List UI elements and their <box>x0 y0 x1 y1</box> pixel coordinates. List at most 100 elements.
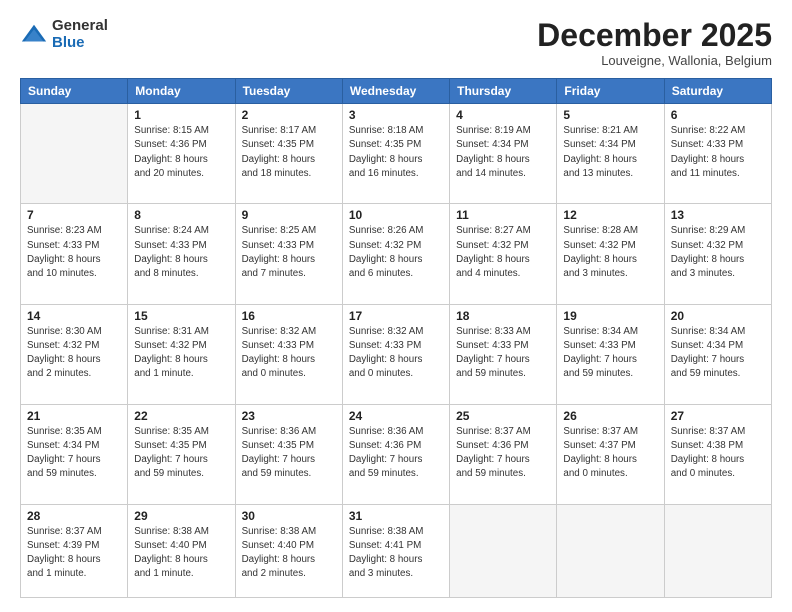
day-number: 23 <box>242 409 336 423</box>
table-row: 2Sunrise: 8:17 AMSunset: 4:35 PMDaylight… <box>235 104 342 204</box>
cell-line: Daylight: 7 hours <box>349 453 443 467</box>
table-row: 10Sunrise: 8:26 AMSunset: 4:32 PMDayligh… <box>342 204 449 304</box>
cell-line: Sunset: 4:32 PM <box>563 239 657 253</box>
cell-line: Sunrise: 8:17 AM <box>242 124 336 138</box>
cell-line: Sunset: 4:33 PM <box>242 239 336 253</box>
cell-line: and 18 minutes. <box>242 167 336 181</box>
cell-line: and 0 minutes. <box>242 367 336 381</box>
cell-line: Sunset: 4:36 PM <box>134 138 228 152</box>
calendar-header-row: Sunday Monday Tuesday Wednesday Thursday… <box>21 79 772 104</box>
cell-line: Sunset: 4:33 PM <box>27 239 121 253</box>
cell-line: and 4 minutes. <box>456 267 550 281</box>
cell-line: Sunrise: 8:32 AM <box>349 325 443 339</box>
cell-line: Daylight: 8 hours <box>349 553 443 567</box>
cell-line: Daylight: 8 hours <box>671 253 765 267</box>
table-row: 31 Sunrise: 8:38 AMSunset: 4:41 PMDayligh… <box>342 504 449 597</box>
cell-line: Daylight: 8 hours <box>563 153 657 167</box>
cell-line: Sunrise: 8:38 AM <box>349 525 443 539</box>
cell-line: Sunset: 4:32 PM <box>456 239 550 253</box>
cell-line: Sunrise: 8:37 AM <box>671 425 765 439</box>
day-number: 28 <box>27 509 121 523</box>
cell-line: Daylight: 8 hours <box>456 153 550 167</box>
day-number: 16 <box>242 309 336 323</box>
table-row: 4Sunrise: 8:19 AMSunset: 4:34 PMDaylight… <box>450 104 557 204</box>
day-number: 24 <box>349 409 443 423</box>
table-row: 17Sunrise: 8:32 AMSunset: 4:33 PMDayligh… <box>342 304 449 404</box>
cell-line: and 1 minute. <box>134 567 228 581</box>
table-row: 13Sunrise: 8:29 AMSunset: 4:32 PMDayligh… <box>664 204 771 304</box>
table-row: 24Sunrise: 8:36 AMSunset: 4:36 PMDayligh… <box>342 404 449 504</box>
cell-line: Sunset: 4:33 PM <box>456 339 550 353</box>
cell-line: Sunrise: 8:38 AM <box>134 525 228 539</box>
day-number: 21 <box>27 409 121 423</box>
cell-line: Daylight: 7 hours <box>242 453 336 467</box>
cell-line: Daylight: 8 hours <box>242 353 336 367</box>
cell-line: Daylight: 8 hours <box>134 253 228 267</box>
cell-line: Sunrise: 8:30 AM <box>27 325 121 339</box>
cell-line: and 0 minutes. <box>671 467 765 481</box>
cell-line: Daylight: 8 hours <box>349 153 443 167</box>
cell-line: Sunrise: 8:36 AM <box>242 425 336 439</box>
day-number: 8 <box>134 208 228 222</box>
cell-line: Daylight: 8 hours <box>134 353 228 367</box>
cell-line: Sunrise: 8:35 AM <box>27 425 121 439</box>
header: General Blue December 2025 Louveigne, Wa… <box>20 18 772 68</box>
table-row <box>21 104 128 204</box>
cell-line: Daylight: 7 hours <box>671 353 765 367</box>
table-row: 3Sunrise: 8:18 AMSunset: 4:35 PMDaylight… <box>342 104 449 204</box>
day-number: 30 <box>242 509 336 523</box>
cell-line: and 0 minutes. <box>563 467 657 481</box>
cell-line: Sunset: 4:36 PM <box>349 439 443 453</box>
location: Louveigne, Wallonia, Belgium <box>537 53 772 68</box>
table-row <box>450 504 557 597</box>
cell-line: Sunrise: 8:15 AM <box>134 124 228 138</box>
cell-line: Sunrise: 8:23 AM <box>27 224 121 238</box>
cell-line: Sunset: 4:34 PM <box>27 439 121 453</box>
cell-line: Daylight: 8 hours <box>671 153 765 167</box>
day-number: 11 <box>456 208 550 222</box>
cell-line: Sunrise: 8:24 AM <box>134 224 228 238</box>
day-number: 12 <box>563 208 657 222</box>
cell-line: Sunset: 4:33 PM <box>134 239 228 253</box>
cell-line: Sunrise: 8:28 AM <box>563 224 657 238</box>
cell-line: Sunset: 4:41 PM <box>349 539 443 553</box>
title-block: December 2025 Louveigne, Wallonia, Belgi… <box>537 18 772 68</box>
cell-line: and 20 minutes. <box>134 167 228 181</box>
table-row: 16Sunrise: 8:32 AMSunset: 4:33 PMDayligh… <box>235 304 342 404</box>
cell-line: Sunrise: 8:37 AM <box>456 425 550 439</box>
cell-line: Daylight: 8 hours <box>563 253 657 267</box>
table-row: 5Sunrise: 8:21 AMSunset: 4:34 PMDaylight… <box>557 104 664 204</box>
cell-line: Sunset: 4:38 PM <box>671 439 765 453</box>
cell-line: Sunrise: 8:32 AM <box>242 325 336 339</box>
table-row: 20Sunrise: 8:34 AMSunset: 4:34 PMDayligh… <box>664 304 771 404</box>
cell-line: and 59 minutes. <box>242 467 336 481</box>
cell-line: Daylight: 8 hours <box>349 253 443 267</box>
table-row: 19Sunrise: 8:34 AMSunset: 4:33 PMDayligh… <box>557 304 664 404</box>
cell-line: and 59 minutes. <box>349 467 443 481</box>
cell-line: Sunset: 4:33 PM <box>349 339 443 353</box>
col-friday: Friday <box>557 79 664 104</box>
cell-line: Sunrise: 8:31 AM <box>134 325 228 339</box>
cell-line: Sunset: 4:37 PM <box>563 439 657 453</box>
day-number: 31 <box>349 509 443 523</box>
cell-line: and 6 minutes. <box>349 267 443 281</box>
cell-line: and 59 minutes. <box>134 467 228 481</box>
cell-line: Sunset: 4:33 PM <box>563 339 657 353</box>
cell-line: and 3 minutes. <box>671 267 765 281</box>
cell-line: Daylight: 8 hours <box>456 253 550 267</box>
cell-line: and 59 minutes. <box>456 367 550 381</box>
day-number: 9 <box>242 208 336 222</box>
table-row: 1Sunrise: 8:15 AMSunset: 4:36 PMDaylight… <box>128 104 235 204</box>
cell-line: and 2 minutes. <box>27 367 121 381</box>
cell-line: Daylight: 8 hours <box>242 253 336 267</box>
cell-line: Daylight: 7 hours <box>563 353 657 367</box>
cell-line: Daylight: 7 hours <box>456 353 550 367</box>
cell-line: and 0 minutes. <box>349 367 443 381</box>
table-row: 29Sunrise: 8:38 AMSunset: 4:40 PMDayligh… <box>128 504 235 597</box>
cell-line: Sunrise: 8:34 AM <box>563 325 657 339</box>
cell-line: Daylight: 8 hours <box>134 553 228 567</box>
cell-line: Sunset: 4:32 PM <box>349 239 443 253</box>
col-thursday: Thursday <box>450 79 557 104</box>
cell-line: Daylight: 7 hours <box>27 453 121 467</box>
logo: General Blue <box>20 18 108 51</box>
